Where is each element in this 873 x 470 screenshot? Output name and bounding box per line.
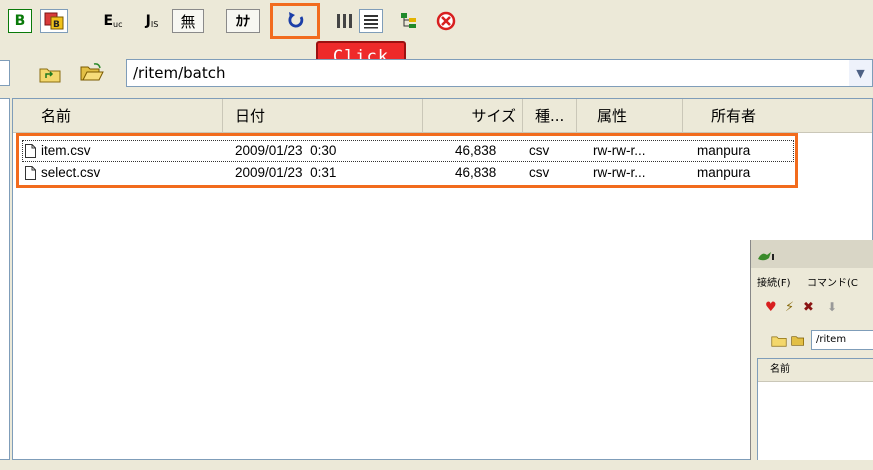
binary-transfer-icon: B (44, 12, 64, 30)
inset-parent-folder-icon (771, 336, 787, 347)
list-view-button[interactable] (333, 9, 357, 33)
inset-menu-command: コマンド(C (807, 278, 858, 289)
column-size[interactable]: サイズ (423, 99, 523, 132)
no-conversion-button[interactable]: 無 (172, 9, 204, 33)
column-attr[interactable]: 属性 (577, 99, 683, 132)
file-rows-highlight (16, 133, 798, 188)
app-logo-icon (758, 252, 774, 261)
inset-connect-icon: ♥ (765, 300, 777, 315)
inset-path-value: /ritem (816, 334, 847, 345)
inset-disconnect-icon: ✖ (803, 300, 814, 315)
detail-view-icon (364, 15, 378, 29)
inset-column-header: 名前 (758, 359, 873, 382)
inset-lightning-icon: ⚡ (785, 300, 795, 315)
inset-path-input: /ritem (811, 330, 873, 350)
inset-down-icon: ⬇ (827, 300, 838, 314)
inset-menu-connect: 接続(F) (757, 278, 791, 289)
open-folder-icon (80, 63, 104, 81)
column-owner-label: 所有者 (711, 107, 757, 125)
tree-view-icon (401, 13, 416, 28)
svg-text:B: B (53, 20, 60, 30)
status-strip (0, 460, 873, 470)
column-type-label: 種... (535, 107, 565, 125)
column-attr-label: 属性 (597, 107, 628, 125)
column-date-label: 日付 (235, 107, 266, 125)
path-dropdown-button[interactable]: ▼ (849, 59, 873, 87)
inset-open-folder-icon (791, 336, 804, 346)
inset-titlebar (751, 240, 873, 268)
remote-path-value: /ritem/batch (133, 64, 226, 82)
binary-mode-button[interactable]: B (8, 9, 32, 33)
column-owner[interactable]: 所有者 (683, 99, 872, 132)
column-type[interactable]: 種... (523, 99, 577, 132)
remote-path-input[interactable]: /ritem/batch (126, 59, 856, 87)
toolbar: B B Euc J IS 無 ｶﾅ (0, 0, 873, 40)
detail-view-button[interactable] (359, 9, 383, 33)
inset-pathbar: /ritem (751, 328, 873, 352)
column-date[interactable]: 日付 (223, 99, 423, 132)
jis-button[interactable]: J IS (138, 9, 166, 33)
jis-sub-label: IS (150, 19, 159, 29)
binary-transfer-button[interactable]: B (40, 9, 68, 33)
column-name-label: 名前 (41, 107, 72, 125)
inset-column-name: 名前 (770, 364, 790, 375)
list-view-icon (337, 14, 352, 28)
refresh-highlight (270, 3, 320, 39)
euc-label: E (103, 13, 114, 29)
inset-window-thumbnail: 接続(F) コマンド(C ♥ ⚡ ✖ ⬇ /ritem 名前 (750, 240, 873, 470)
binary-mode-label: B (14, 13, 26, 29)
chevron-down-icon: ▼ (856, 66, 865, 80)
open-folder-button[interactable] (78, 60, 106, 84)
left-pane-edge-top (0, 60, 10, 86)
no-conversion-label: 無 (180, 12, 196, 31)
inset-list: 名前 (757, 358, 873, 470)
stop-button[interactable] (433, 9, 459, 33)
tree-view-button[interactable] (396, 9, 422, 33)
kana-conversion-label: ｶﾅ (236, 14, 250, 30)
column-header: 名前 日付 サイズ 種... 属性 所有者 (13, 99, 872, 133)
stop-icon (436, 11, 456, 31)
inset-toolbar: ♥ ⚡ ✖ ⬇ (751, 300, 873, 320)
parent-folder-button[interactable] (36, 62, 64, 86)
euc-button[interactable]: Euc (98, 9, 128, 33)
euc-sub-label: uc (113, 19, 123, 29)
kana-conversion-button[interactable]: ｶﾅ (226, 9, 260, 33)
parent-folder-icon (39, 68, 61, 83)
left-pane-edge (0, 98, 10, 460)
column-name[interactable]: 名前 (13, 99, 223, 132)
column-size-label: サイズ (471, 107, 516, 125)
